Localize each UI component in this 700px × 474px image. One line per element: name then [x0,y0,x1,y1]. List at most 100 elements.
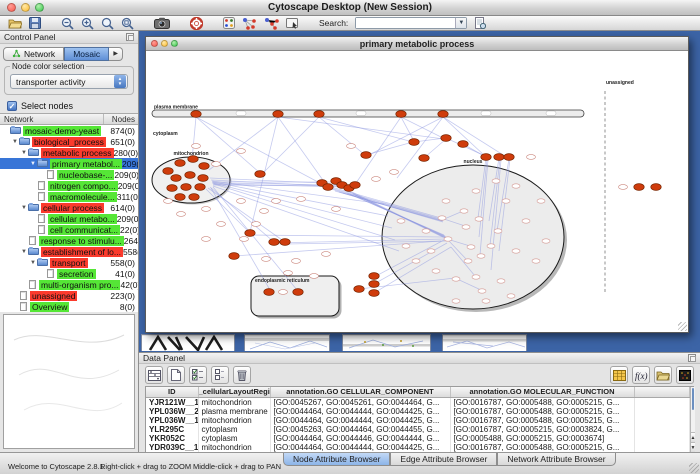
network-edge[interactable] [367,117,443,156]
network-node[interactable] [195,184,205,191]
network-node[interactable] [419,155,429,162]
nucleus-node[interactable] [507,294,515,298]
zoom-window-icon[interactable] [35,3,44,12]
network-node-label[interactable] [262,257,271,262]
table-row[interactable]: YPL036W__2plasma membrane[GO:0044464, GO… [146,407,689,416]
network-node[interactable] [175,160,185,167]
table-cell[interactable]: [GO:0016787, GO:0005488, GO:0005215, G..… [450,407,634,416]
table-cell[interactable]: [GO:0016787, GO:0005215, GO:0003824, G..… [450,425,634,434]
network-node-label[interactable] [279,290,288,295]
nucleus-node[interactable] [427,249,435,253]
background-window-fragment[interactable] [141,334,235,351]
nucleus-node[interactable] [482,299,490,303]
nucleus-node[interactable] [442,199,450,203]
nucleus-node[interactable] [512,184,520,188]
nucleus-node[interactable] [412,259,420,263]
network-node[interactable] [245,230,255,237]
table-cell[interactable]: [GO:0044464, GO:0044446, GO:0044444, G..… [270,434,450,443]
network-tree-item[interactable]: macromolecule...311(0) [0,191,138,202]
unselect-attributes-icon[interactable] [211,366,229,384]
network-node[interactable] [651,184,661,191]
network-node-label[interactable] [212,162,221,167]
network-node-label[interactable] [527,155,536,160]
network-tree-item[interactable]: ▼cellular process614(0) [0,202,138,213]
table-cell[interactable]: [GO:0016787, GO:0005488, GO:0005215, G..… [450,397,634,407]
table-column-header[interactable]: ID [146,387,198,397]
network-node[interactable] [175,194,185,201]
nucleus-node[interactable] [512,249,520,253]
network-node[interactable] [396,111,406,118]
network-node[interactable] [293,289,303,296]
network-node-label[interactable] [619,185,628,190]
table-row[interactable]: YDR039C__1mitochondrion[GO:0044464, GO:0… [146,443,689,452]
table-column-header[interactable]: _cellularLayoutRegion [198,387,270,397]
nucleus-node[interactable] [462,225,470,229]
vizmapper-icon[interactable] [223,17,235,29]
background-window-fragment[interactable] [244,334,330,351]
zoom-view-icon[interactable] [171,40,178,47]
network-edge[interactable] [262,117,319,174]
nucleus-node[interactable] [477,254,485,258]
table-cell[interactable]: [GO:0044464, GO:0044444, GO:0044425, G..… [270,443,450,452]
network-node[interactable] [314,111,324,118]
background-window-fragment[interactable] [342,334,431,351]
table-cell[interactable]: YKR052C [146,434,198,443]
tree-column-nodes[interactable]: Nodes [104,114,138,124]
network-node-label[interactable] [272,199,281,204]
nucleus-node[interactable] [537,199,545,203]
region-plasma-membrane[interactable] [152,110,584,117]
table-row[interactable]: YKR052Ccytoplasm[GO:0044464, GO:0044446,… [146,434,689,443]
tab-node-attribute-browser[interactable]: Node Attribute Browser [283,453,390,466]
network-edge[interactable] [319,117,365,155]
network-node-label[interactable] [322,252,331,257]
table-cell[interactable]: [GO:0005488, GO:0005215, GO:0003674] [450,434,634,443]
network-node[interactable] [350,182,360,189]
zoom-out-icon[interactable] [61,17,74,30]
minimize-window-icon[interactable] [21,3,30,12]
nucleus-node[interactable] [452,277,460,281]
close-view-icon[interactable] [151,40,158,47]
table-cell[interactable]: mitochondrion [198,397,270,407]
table-cell[interactable] [634,425,689,434]
network-node[interactable] [264,289,274,296]
tree-column-network[interactable]: Network [0,114,104,124]
network-node[interactable] [280,239,290,246]
nucleus-node[interactable] [438,216,446,220]
attribute-grid-icon[interactable] [145,366,163,384]
network-view-window[interactable]: primary metabolic process plasma membran… [145,36,689,333]
tree-expand-icon[interactable]: ▼ [20,150,28,156]
network-node[interactable] [409,139,419,146]
network-node[interactable] [369,281,379,288]
close-window-icon[interactable] [7,3,16,12]
network-node-label[interactable] [310,274,319,279]
annotation-icon[interactable] [286,17,299,29]
table-cell[interactable]: YPL036W__1 [146,416,198,425]
table-cell[interactable]: [GO:0045263, GO:0044464, GO:0044455, G..… [270,425,450,434]
table-cell[interactable]: [GO:0016787, GO:0005488, GO:0005215, G..… [450,443,634,452]
layout-edges-icon[interactable] [264,17,279,30]
table-cell[interactable]: plasma membrane [198,407,270,416]
tab-network[interactable]: Network [3,47,64,61]
nucleus-node[interactable] [532,259,540,263]
nucleus-node[interactable] [492,179,500,183]
table-cell[interactable] [634,397,689,407]
nucleus-node[interactable] [402,244,410,248]
view-resize-grip-icon[interactable] [678,322,687,331]
network-node-label[interactable] [217,222,226,227]
network-node[interactable] [198,175,208,182]
layout-nodes-icon[interactable] [242,17,257,30]
network-edge[interactable] [278,117,444,139]
network-tree-item[interactable]: ▼metabolic process280(0) [0,147,138,158]
network-node-label[interactable] [390,170,399,175]
new-attribute-icon[interactable] [167,366,185,384]
nucleus-node[interactable] [502,199,510,203]
import-attributes-icon[interactable] [654,366,672,384]
network-node-label[interactable] [202,237,211,242]
network-node-label[interactable] [164,199,173,204]
network-node[interactable] [269,239,279,246]
matrix-icon[interactable] [676,366,694,384]
network-node-label[interactable] [177,212,186,217]
network-node-label[interactable] [297,197,306,202]
attribute-table-icon[interactable] [610,366,628,384]
network-node[interactable] [369,273,379,280]
